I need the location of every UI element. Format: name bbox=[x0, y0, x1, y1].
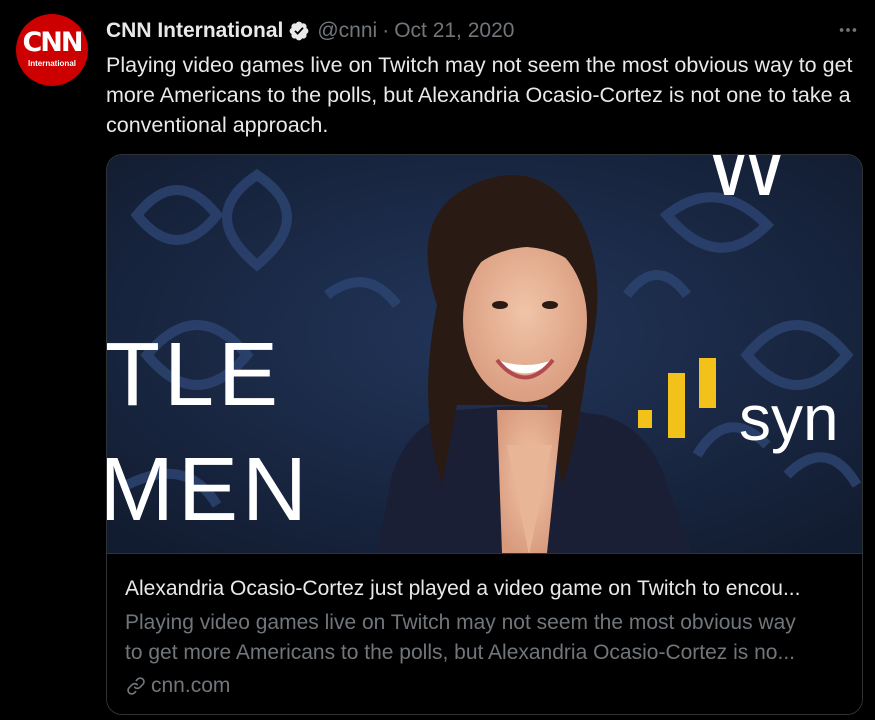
author-display-name[interactable]: CNN International bbox=[106, 19, 283, 43]
cnn-logo-subtext: International bbox=[27, 59, 76, 68]
verified-badge-icon bbox=[289, 21, 309, 41]
card-image[interactable]: TLE MEN W syn bbox=[107, 155, 862, 553]
sign-text-left-2: MEN bbox=[107, 440, 311, 540]
avatar[interactable]: CNN International bbox=[16, 14, 88, 86]
link-card[interactable]: TLE MEN W syn Alexandria Ocasio-Cortez j… bbox=[106, 154, 863, 715]
sign-text-top: W bbox=[707, 155, 786, 213]
header-separator: · bbox=[382, 19, 390, 42]
sponsor-logo-bar-3 bbox=[699, 358, 716, 408]
sign-text-right: syn bbox=[739, 382, 839, 454]
cnn-logo-text: CNN bbox=[22, 27, 83, 58]
card-title[interactable]: Alexandria Ocasio-Cortez just played a v… bbox=[125, 576, 845, 602]
card-description-line-2: to get more Americans to the polls, but … bbox=[125, 641, 795, 664]
tweet-header: CNN International @cnni · Oct 21, 2020 bbox=[106, 17, 514, 45]
tweet-text: Playing video games live on Twitch may n… bbox=[106, 53, 853, 137]
more-dots-icon bbox=[839, 28, 857, 32]
sign-text-left-1: TLE bbox=[107, 325, 282, 425]
card-domain-text[interactable]: cnn.com bbox=[151, 673, 230, 699]
card-photo: TLE MEN W syn bbox=[107, 155, 862, 553]
card-description: Playing video games live on Twitch may n… bbox=[125, 608, 847, 668]
tweet[interactable]: CNN International CNN International @cnn… bbox=[0, 0, 875, 720]
card-info[interactable]: Alexandria Ocasio-Cortez just played a v… bbox=[107, 553, 862, 714]
card-domain[interactable]: cnn.com bbox=[125, 673, 230, 699]
link-icon bbox=[127, 677, 145, 695]
tweet-date[interactable]: Oct 21, 2020 bbox=[394, 19, 514, 43]
author-handle[interactable]: @cnni bbox=[317, 19, 377, 43]
more-horizontal-icon[interactable] bbox=[835, 18, 861, 42]
sponsor-logo-bar-2 bbox=[668, 373, 685, 438]
card-description-line-1: Playing video games live on Twitch may n… bbox=[125, 611, 796, 634]
sponsor-logo-bar-1 bbox=[638, 410, 652, 428]
